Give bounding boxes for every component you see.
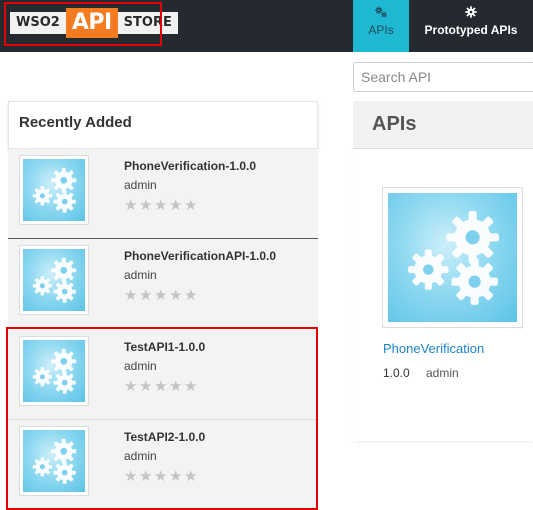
recent-api-name[interactable]: TestAPI1-1.0.0 — [124, 340, 205, 354]
gears-icon — [23, 340, 85, 402]
api-thumbnail[interactable] — [19, 155, 89, 225]
star-icon[interactable]: ★ — [184, 198, 198, 213]
star-icon[interactable]: ★ — [169, 379, 183, 394]
rating-stars[interactable]: ★ ★ ★ ★ ★ — [124, 469, 198, 484]
star-icon[interactable]: ★ — [139, 288, 153, 303]
star-icon[interactable]: ★ — [124, 198, 138, 213]
recent-api-name[interactable]: TestAPI2-1.0.0 — [124, 430, 205, 444]
api-card-thumbnail[interactable] — [382, 187, 523, 328]
api-card-name-link[interactable]: PhoneVerification — [383, 341, 484, 356]
star-icon[interactable]: ★ — [139, 379, 153, 394]
recent-api-owner: admin — [124, 268, 157, 282]
star-icon[interactable]: ★ — [169, 288, 183, 303]
recent-api-name[interactable]: PhoneVerificationAPI-1.0.0 — [124, 249, 276, 263]
apis-section-title: APIs — [372, 113, 417, 135]
recently-added-title: Recently Added — [19, 114, 132, 131]
star-icon[interactable]: ★ — [184, 469, 198, 484]
rating-stars[interactable]: ★ ★ ★ ★ ★ — [124, 379, 198, 394]
api-thumbnail[interactable] — [19, 336, 89, 406]
tab-apis[interactable]: APIs — [353, 0, 409, 52]
gears-icon — [375, 6, 387, 18]
top-navigation-bar: WSO2 API STORE APIs Prototyped APIs — [0, 0, 533, 52]
star-icon[interactable]: ★ — [154, 288, 168, 303]
star-icon[interactable]: ★ — [154, 379, 168, 394]
star-icon[interactable]: ★ — [124, 379, 138, 394]
recent-api-owner: admin — [124, 359, 157, 373]
star-icon[interactable]: ★ — [169, 469, 183, 484]
star-icon[interactable]: ★ — [169, 198, 183, 213]
logo-highlight-box — [4, 2, 162, 46]
gears-icon — [23, 430, 85, 492]
tab-prototyped-apis-label: Prototyped APIs — [424, 23, 518, 37]
search-input[interactable] — [353, 62, 533, 92]
tab-apis-label: APIs — [368, 23, 394, 37]
recent-api-owner: admin — [124, 449, 157, 463]
recent-api-item[interactable]: PhoneVerification-1.0.0 admin ★ ★ ★ ★ ★ — [8, 149, 318, 239]
recent-api-item[interactable]: TestAPI2-1.0.0 admin ★ ★ ★ ★ ★ — [8, 420, 318, 508]
gears-icon — [388, 193, 517, 322]
api-thumbnail[interactable] — [19, 426, 89, 496]
star-icon[interactable]: ★ — [184, 288, 198, 303]
recent-api-name[interactable]: PhoneVerification-1.0.0 — [124, 159, 256, 173]
recent-api-item[interactable]: PhoneVerificationAPI-1.0.0 admin ★ ★ ★ ★ ★ — [8, 239, 318, 329]
star-icon[interactable]: ★ — [154, 469, 168, 484]
rating-stars[interactable]: ★ ★ ★ ★ ★ — [124, 288, 198, 303]
api-thumbnail[interactable] — [19, 245, 89, 315]
api-card-version: 1.0.0 — [383, 366, 410, 380]
star-icon[interactable]: ★ — [139, 198, 153, 213]
apis-section-header: APIs — [353, 101, 533, 149]
recent-api-owner: admin — [124, 178, 157, 192]
recent-api-item[interactable]: TestAPI1-1.0.0 admin ★ ★ ★ ★ ★ — [8, 330, 318, 420]
star-icon[interactable]: ★ — [154, 198, 168, 213]
gears-icon — [23, 159, 85, 221]
gears-icon — [23, 249, 85, 311]
tab-prototyped-apis[interactable]: Prototyped APIs — [409, 0, 533, 52]
star-icon[interactable]: ★ — [124, 288, 138, 303]
rating-stars[interactable]: ★ ★ ★ ★ ★ — [124, 198, 198, 213]
star-icon[interactable]: ★ — [184, 379, 198, 394]
api-card-owner: admin — [426, 366, 459, 380]
recently-added-header: Recently Added — [8, 101, 318, 149]
star-icon[interactable]: ★ — [139, 469, 153, 484]
star-icon[interactable]: ★ — [124, 469, 138, 484]
gear-icon — [465, 6, 477, 18]
